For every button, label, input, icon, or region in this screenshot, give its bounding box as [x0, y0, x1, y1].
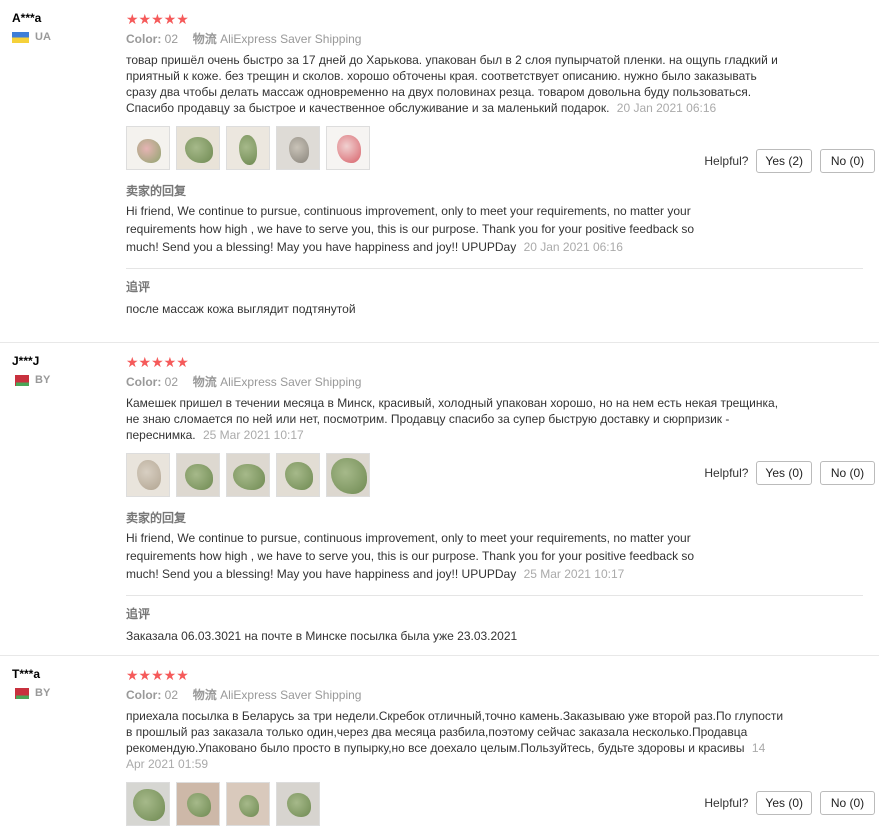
helpful-controls: Helpful? Yes (0) No (0): [704, 791, 875, 815]
reviewer-country: BY: [12, 373, 112, 387]
reviewer-name: A***a: [12, 11, 42, 25]
review-meta: Color: 02 物流 AliExpress Saver Shipping: [126, 686, 863, 704]
seller-reply-label: 卖家的回复: [126, 511, 187, 525]
photo-thumbnail-icon[interactable]: [276, 453, 320, 497]
seller-reply-date: 25 Mar 2021 10:17: [523, 567, 625, 581]
color-label: Color:: [126, 688, 162, 702]
photo-thumbnail-icon[interactable]: [226, 782, 270, 826]
seller-reply-label: 卖家的回复: [126, 184, 187, 198]
photo-thumbnail-icon[interactable]: [326, 126, 370, 170]
followup-label: 追评: [126, 280, 151, 294]
color-label: Color:: [126, 375, 162, 389]
photo-thumbnail-icon[interactable]: [226, 126, 270, 170]
reviewer-name: T***a: [12, 667, 41, 681]
reviewer-info: A***a UA: [12, 10, 112, 44]
helpful-no-button[interactable]: No (0): [820, 461, 875, 485]
divider: [126, 268, 863, 269]
review-meta: Color: 02 物流 AliExpress Saver Shipping: [126, 373, 863, 391]
divider: [126, 595, 863, 596]
color-value: 02: [164, 375, 179, 389]
star-rating: ★★★★★: [126, 667, 189, 683]
country-code: BY: [35, 687, 51, 699]
photo-thumbnail-icon[interactable]: [326, 453, 370, 497]
color-label: Color:: [126, 32, 162, 46]
flag-by-icon: [12, 687, 29, 699]
reviewer-info: T***a BY: [12, 666, 112, 700]
flag-ua-icon: [12, 31, 29, 43]
shipping-value: AliExpress Saver Shipping: [220, 32, 362, 46]
helpful-yes-button[interactable]: Yes (0): [756, 461, 812, 485]
shipping-value: AliExpress Saver Shipping: [220, 688, 362, 702]
seller-reply: Hi friend, We continue to pursue, contin…: [126, 529, 726, 583]
seller-reply: Hi friend, We continue to pursue, contin…: [126, 202, 726, 256]
reviewer-country: BY: [12, 686, 112, 700]
review-date: 25 Mar 2021 10:17: [202, 428, 304, 442]
helpful-label: Helpful?: [704, 796, 749, 810]
helpful-controls: Helpful? Yes (0) No (0): [704, 461, 875, 485]
reviewer-name: J***J: [12, 354, 40, 368]
review-text: товар пришёл очень быстро за 17 дней до …: [126, 52, 786, 116]
helpful-no-button[interactable]: No (0): [820, 149, 875, 173]
review-meta: Color: 02 物流 AliExpress Saver Shipping: [126, 30, 863, 48]
seller-reply-date: 20 Jan 2021 06:16: [523, 240, 623, 254]
review-date: 20 Jan 2021 06:16: [616, 101, 717, 115]
shipping-label: 物流: [192, 688, 217, 702]
reviewer-country: UA: [12, 30, 112, 44]
country-code: BY: [35, 374, 51, 386]
photo-thumbnail-icon[interactable]: [126, 453, 170, 497]
review-text: приехала посылка в Беларусь за три недел…: [126, 708, 786, 772]
flag-by-icon: [12, 374, 29, 386]
star-rating: ★★★★★: [126, 11, 189, 27]
color-value: 02: [164, 688, 179, 702]
helpful-yes-button[interactable]: Yes (2): [756, 149, 812, 173]
shipping-label: 物流: [192, 32, 217, 46]
helpful-label: Helpful?: [704, 466, 749, 480]
star-rating: ★★★★★: [126, 354, 189, 370]
photo-thumbnail-icon[interactable]: [176, 453, 220, 497]
photo-thumbnail-icon[interactable]: [226, 453, 270, 497]
followup-text: после массаж кожа выглядит подтянутой: [126, 302, 356, 316]
review-item: J***J BY ★★★★★ Color: 02 物流 AliExpress S…: [0, 343, 879, 656]
reviewer-info: J***J BY: [12, 353, 112, 387]
color-value: 02: [164, 32, 179, 46]
photo-thumbnail-icon[interactable]: [276, 782, 320, 826]
review-body: приехала посылка в Беларусь за три недел…: [126, 709, 784, 755]
photo-thumbnail-icon[interactable]: [126, 126, 170, 170]
followup-label: 追评: [126, 607, 151, 621]
review-item: T***a BY ★★★★★ Color: 02 物流 AliExpress S…: [0, 656, 879, 836]
followup-text: Заказала 06.03.3021 на почте в Минске по…: [126, 629, 518, 643]
photo-thumbnail-icon[interactable]: [176, 126, 220, 170]
helpful-no-button[interactable]: No (0): [820, 791, 875, 815]
review-content: ★★★★★ Color: 02 物流 AliExpress Saver Ship…: [126, 353, 863, 645]
review-item: A***a UA ★★★★★ Color: 02 物流 AliExpress S…: [0, 0, 879, 343]
photo-thumbnail-icon[interactable]: [276, 126, 320, 170]
shipping-label: 物流: [192, 375, 217, 389]
helpful-label: Helpful?: [704, 154, 749, 168]
country-code: UA: [35, 31, 51, 43]
helpful-controls: Helpful? Yes (2) No (0): [704, 149, 875, 173]
helpful-yes-button[interactable]: Yes (0): [756, 791, 812, 815]
shipping-value: AliExpress Saver Shipping: [220, 375, 362, 389]
photo-thumbnail-icon[interactable]: [126, 782, 170, 826]
photo-thumbnail-icon[interactable]: [176, 782, 220, 826]
review-text: Камешек пришел в течении месяца в Минск,…: [126, 395, 786, 443]
